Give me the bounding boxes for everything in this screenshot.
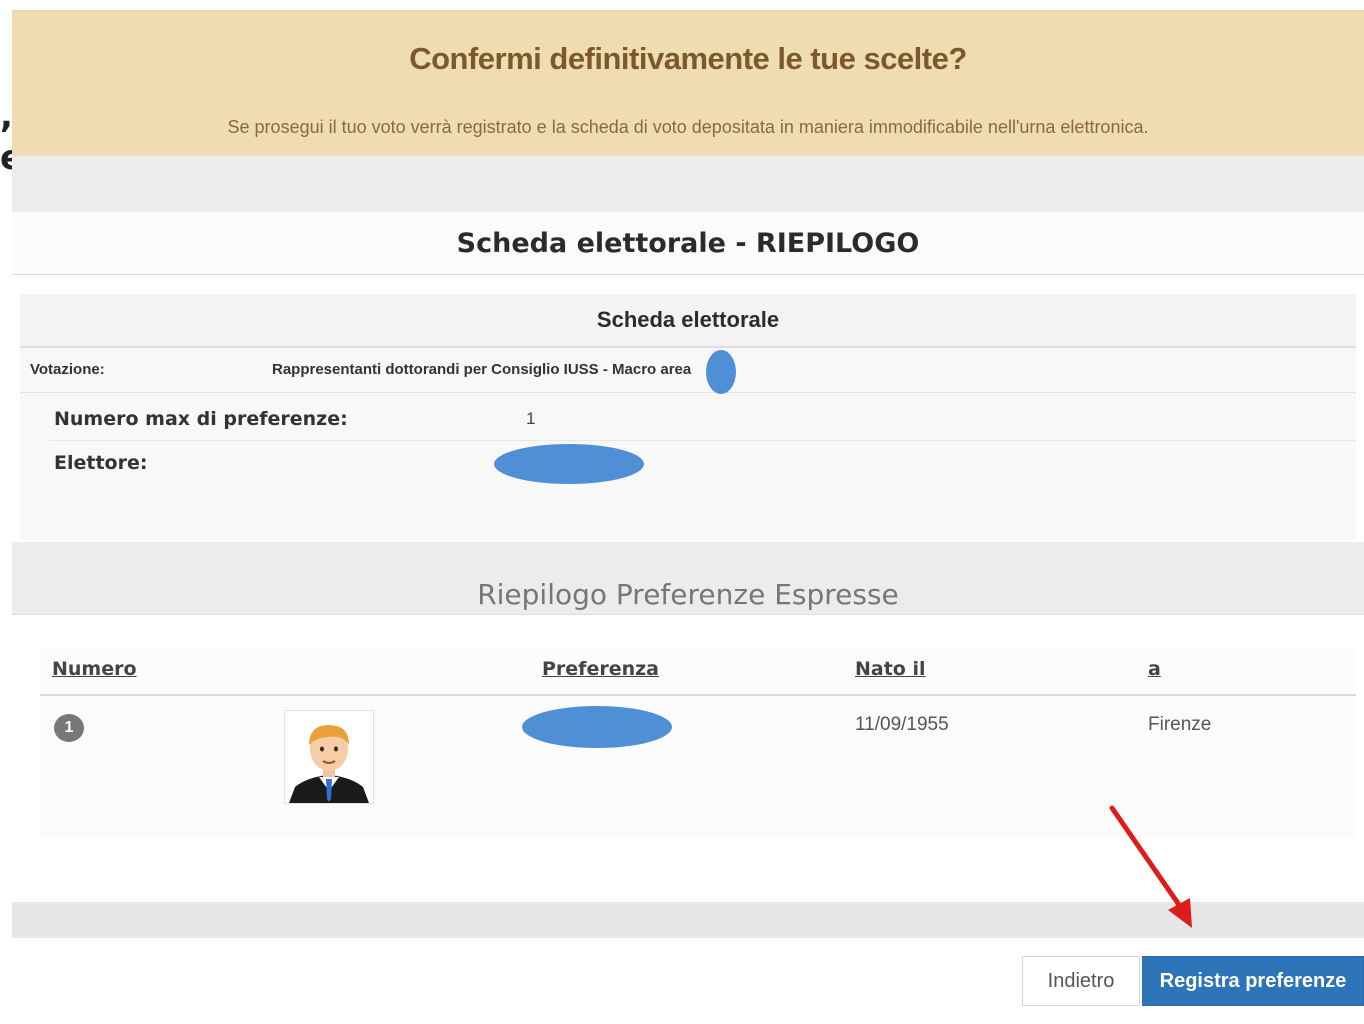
confirm-subtitle: Se prosegui il tuo voto verrà registrato… <box>227 117 1149 137</box>
elettore-redaction <box>494 444 644 484</box>
confirm-banner: Confermi definitivamente le tue scelte? … <box>12 10 1364 157</box>
annotation-arrow-icon <box>1109 805 1192 928</box>
row-number-badge: 1 <box>54 714 84 742</box>
column-numero[interactable]: Numero <box>52 658 137 680</box>
nato-il-cell: 11/09/1955 <box>855 714 949 735</box>
summary-header: Scheda elettorale - RIEPILOGO <box>12 212 1364 275</box>
column-a[interactable]: a <box>1148 658 1161 680</box>
preferenza-redaction <box>522 706 672 748</box>
ballot-card-title: Scheda elettorale <box>20 294 1356 348</box>
candidate-avatar <box>284 710 374 804</box>
elettore-row: Elettore: <box>50 442 1356 484</box>
ballot-card: Scheda elettorale Votazione: Rappresenta… <box>20 294 1356 540</box>
person-avatar-icon <box>285 711 373 803</box>
max-preferences-label: Numero max di preferenze: <box>54 408 348 430</box>
redaction-mark <box>706 350 736 394</box>
votazione-value: Rappresentanti dottorandi per Consiglio … <box>272 361 692 378</box>
luogo-cell: Firenze <box>1148 714 1212 735</box>
edge-fragment-comma: , <box>0 96 13 136</box>
column-preferenza[interactable]: Preferenza <box>542 658 659 680</box>
preferences-title: Riepilogo Preferenze Espresse <box>477 578 899 611</box>
table-header-divider <box>40 694 1356 696</box>
column-nato-il[interactable]: Nato il <box>855 658 926 680</box>
max-preferences-row: Numero max di preferenze: 1 <box>50 398 1356 441</box>
divider-band <box>12 156 1364 212</box>
votazione-label: Votazione: <box>30 361 105 378</box>
votazione-row: Votazione: Rappresentanti dottorandi per… <box>20 348 1356 394</box>
preferences-header: Riepilogo Preferenze Espresse <box>12 542 1364 615</box>
confirm-title: Confermi definitivamente le tue scelte? <box>409 41 967 76</box>
summary-title: Scheda elettorale - RIEPILOGO <box>456 228 920 259</box>
max-preferences-value: 1 <box>526 409 536 428</box>
elettore-label: Elettore: <box>54 452 148 474</box>
back-button[interactable]: Indietro <box>1022 956 1140 1006</box>
register-preferences-button[interactable]: Registra preferenze <box>1142 956 1364 1006</box>
page: Confermi definitivamente le tue scelte? … <box>12 0 1364 1024</box>
